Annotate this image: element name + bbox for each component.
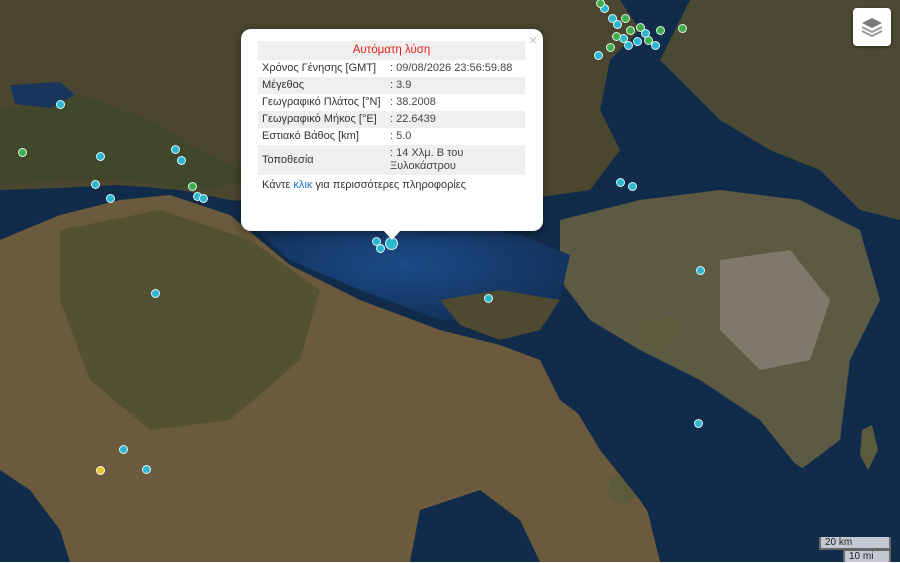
earthquake-marker[interactable] xyxy=(595,0,605,8)
earthquake-marker[interactable] xyxy=(198,193,208,203)
layers-icon xyxy=(861,18,883,38)
earthquake-marker[interactable] xyxy=(176,155,186,165)
detail-label: Εστιακό Βάθος [km] xyxy=(262,130,359,142)
earthquake-marker[interactable] xyxy=(625,25,635,35)
detail-row: Χρόνος Γένησης [GMT] : 09/08/2026 23:56:… xyxy=(258,60,525,77)
earthquake-marker[interactable] xyxy=(635,22,645,32)
detail-row: Μέγεθος : 3.9 xyxy=(258,77,525,94)
earthquake-marker[interactable] xyxy=(605,42,615,52)
footer-text-pre: Κάντε xyxy=(262,179,294,191)
earthquake-marker[interactable] xyxy=(17,147,27,157)
popup-footer-row: Κάντε κλικ για περισσότερες πληροφορίες xyxy=(258,175,525,194)
earthquake-marker[interactable] xyxy=(655,25,665,35)
earthquake-marker[interactable] xyxy=(375,243,385,253)
popup-title: Αυτόματη λύση xyxy=(258,41,525,60)
detail-row: Γεωγραφικό Πλάτος [°N] : 38.2008 xyxy=(258,94,525,111)
detail-row: Τοποθεσία : 14 Χλμ. Β του Ξυλοκάστρου xyxy=(258,145,525,175)
earthquake-marker[interactable] xyxy=(620,13,630,23)
earthquake-marker[interactable] xyxy=(643,35,653,45)
earthquake-marker[interactable] xyxy=(187,181,197,191)
earthquake-marker[interactable] xyxy=(627,181,637,191)
earthquake-marker[interactable] xyxy=(55,99,65,109)
detail-label: Χρόνος Γένησης [GMT] xyxy=(262,62,377,74)
detail-label: Μέγεθος xyxy=(258,77,386,94)
earthquake-marker[interactable] xyxy=(170,144,180,154)
detail-value: : 5.0 xyxy=(390,130,412,142)
popup-tip xyxy=(383,230,401,240)
earthquake-marker[interactable] xyxy=(105,193,115,203)
earthquake-marker[interactable] xyxy=(95,151,105,161)
earthquake-marker[interactable] xyxy=(141,464,151,474)
earthquake-marker[interactable] xyxy=(118,444,128,454)
earthquake-details-table: Αυτόματη λύση Χρόνος Γένησης [GMT] : 09/… xyxy=(258,41,525,194)
earthquake-info-popup: × Αυτόματη λύση Χρόνος Γένησης [GMT] : 0… xyxy=(241,29,543,231)
detail-row: Γεωγραφικό Μήκος [°E] : 22.6439 xyxy=(258,111,525,128)
earthquake-marker[interactable] xyxy=(483,293,493,303)
earthquake-marker[interactable] xyxy=(623,40,633,50)
earthquake-marker[interactable] xyxy=(677,23,687,33)
earthquake-marker[interactable] xyxy=(615,177,625,187)
close-icon[interactable]: × xyxy=(529,33,537,47)
footer-text-post: για περισσότερες πληροφορίες xyxy=(312,179,466,191)
detail-label: Γεωγραφικό Πλάτος [°N] xyxy=(262,96,381,108)
popup-title-row: Αυτόματη λύση xyxy=(258,41,525,60)
scale-bar-mi: 10 mi xyxy=(843,549,891,562)
earthquake-marker[interactable] xyxy=(611,31,621,41)
earthquake-marker[interactable] xyxy=(632,36,642,46)
layers-button[interactable] xyxy=(853,8,891,46)
detail-label: Γεωγραφικό Μήκος [°E] xyxy=(258,111,386,128)
detail-value: : 14 Χλμ. Β του Ξυλοκάστρου xyxy=(386,145,525,175)
detail-value: : 38.2008 xyxy=(390,96,436,108)
more-info-link[interactable]: κλικ xyxy=(293,179,312,191)
earthquake-marker[interactable] xyxy=(607,13,617,23)
earthquake-marker[interactable] xyxy=(593,50,603,60)
detail-label: Τοποθεσία xyxy=(258,145,386,175)
detail-value: : 09/08/2026 23:56:59.88 xyxy=(390,62,513,74)
earthquake-marker[interactable] xyxy=(693,418,703,428)
detail-value: : 3.9 xyxy=(386,77,525,94)
detail-value: : 22.6439 xyxy=(386,111,525,128)
detail-row: Εστιακό Βάθος [km] : 5.0 xyxy=(258,128,525,145)
earthquake-marker[interactable] xyxy=(95,465,105,475)
earthquake-marker[interactable] xyxy=(150,288,160,298)
earthquake-marker[interactable] xyxy=(90,179,100,189)
popup-footer: Κάντε κλικ για περισσότερες πληροφορίες xyxy=(258,175,525,194)
earthquake-marker[interactable] xyxy=(695,265,705,275)
